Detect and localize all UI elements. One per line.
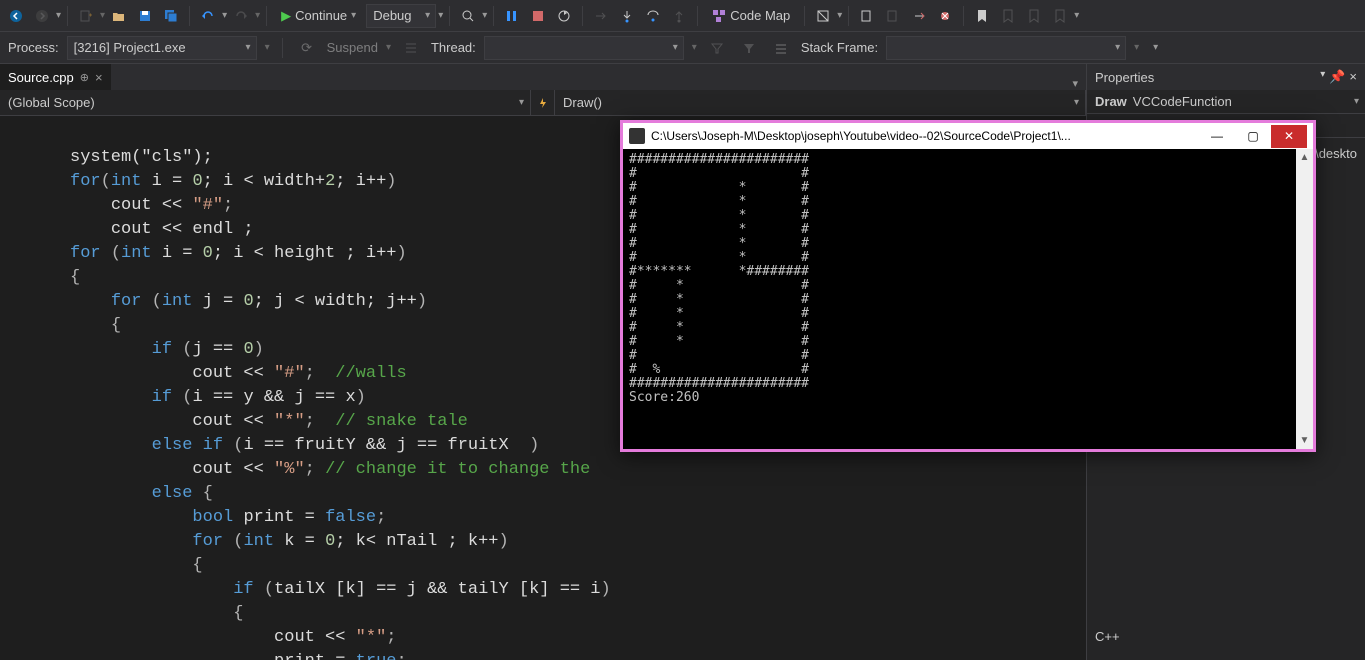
bookmark-clear-button[interactable] <box>1048 4 1072 28</box>
play-icon: ▶ <box>281 8 291 24</box>
scope-bar: (Global Scope) Draw() <box>0 90 1086 116</box>
bookmark-button[interactable] <box>970 4 994 28</box>
console-titlebar[interactable]: C:\Users\Joseph-M\Desktop\joseph\Youtube… <box>623 123 1313 149</box>
suspend-label: Suspend <box>327 40 378 55</box>
console-title: C:\Users\Joseph-M\Desktop\joseph\Youtube… <box>651 129 1199 143</box>
bookmark-next-button[interactable] <box>1022 4 1046 28</box>
step-out-button[interactable] <box>667 4 691 28</box>
scroll-down-icon[interactable]: ▼ <box>1296 432 1313 449</box>
continue-label: Continue <box>295 8 347 23</box>
codemap-button[interactable]: Code Map <box>704 4 798 28</box>
suspend-refresh-icon[interactable]: ⟳ <box>295 36 319 60</box>
tool-button-d[interactable] <box>907 4 931 28</box>
console-scrollbar[interactable]: ▲ ▼ <box>1296 149 1313 449</box>
stack-icon <box>769 36 793 60</box>
tab-bar: Source.cpp ⊕ × ▾ <box>0 64 1086 90</box>
main-toolbar: ▾ ▾ ▾ ▾ ▶ Continue ▾ Debug ▾ ▾ Code Map … <box>0 0 1365 32</box>
console-output: ####################### # # # * # # * # … <box>623 149 1296 449</box>
config-dropdown[interactable]: Debug <box>366 4 436 28</box>
panel-pin-icon[interactable]: 📌 <box>1329 69 1345 85</box>
scope-right-dropdown[interactable]: Draw() <box>555 90 1086 115</box>
minimize-button[interactable]: — <box>1199 125 1235 148</box>
debug-toolbar: Process: [3216] Project1.exe ▾ ⟳ Suspend… <box>0 32 1365 64</box>
save-button[interactable] <box>133 4 157 28</box>
scope-bolt-icon[interactable] <box>531 90 555 115</box>
thread-label: Thread: <box>431 40 476 55</box>
panel-dropdown-icon[interactable]: ▾ <box>1320 69 1325 85</box>
tool-button-a[interactable] <box>811 4 835 28</box>
codemap-icon <box>712 9 726 23</box>
tool-button-c[interactable] <box>881 4 905 28</box>
close-icon[interactable]: × <box>95 70 103 85</box>
find-button[interactable] <box>456 4 480 28</box>
panel-close-icon[interactable]: × <box>1349 69 1357 85</box>
scroll-up-icon[interactable]: ▲ <box>1296 149 1313 166</box>
open-file-button[interactable] <box>107 4 131 28</box>
show-next-statement-button[interactable] <box>589 4 613 28</box>
stop-button[interactable] <box>526 4 550 28</box>
tab-dropdown-icon[interactable]: ▾ <box>1064 77 1086 90</box>
stackframe-label: Stack Frame: <box>801 40 878 55</box>
nav-back-button[interactable] <box>4 4 28 28</box>
step-into-button[interactable] <box>615 4 639 28</box>
new-item-button[interactable] <box>74 4 98 28</box>
tab-source[interactable]: Source.cpp ⊕ × <box>0 64 111 90</box>
restart-button[interactable] <box>552 4 576 28</box>
window-close-button[interactable]: ✕ <box>1271 125 1307 148</box>
process-dropdown[interactable]: [3216] Project1.exe <box>67 36 257 60</box>
thread-dropdown[interactable] <box>484 36 684 60</box>
undo-button[interactable] <box>196 4 220 28</box>
pin-icon[interactable]: ⊕ <box>80 71 89 84</box>
pause-button[interactable] <box>500 4 524 28</box>
thread-icon <box>399 36 423 60</box>
scope-left-dropdown[interactable]: (Global Scope) <box>0 90 531 115</box>
step-over-button[interactable] <box>641 4 665 28</box>
console-window[interactable]: C:\Users\Joseph-M\Desktop\joseph\Youtube… <box>620 120 1316 452</box>
bookmark-prev-button[interactable] <box>996 4 1020 28</box>
maximize-button[interactable]: ▢ <box>1235 125 1271 148</box>
lang-indicator: C++ <box>1087 625 1357 648</box>
filter-icon[interactable] <box>705 36 729 60</box>
tool-button-e[interactable] <box>933 4 957 28</box>
properties-title: Properties ▾ 📌 × <box>1087 64 1365 90</box>
tool-button-b[interactable] <box>855 4 879 28</box>
process-label: Process: <box>8 40 59 55</box>
stackframe-dropdown[interactable] <box>886 36 1126 60</box>
redo-button[interactable] <box>229 4 253 28</box>
console-app-icon <box>629 128 645 144</box>
save-all-button[interactable] <box>159 4 183 28</box>
nav-forward-button[interactable] <box>30 4 54 28</box>
properties-object-dropdown[interactable]: Draw VCCodeFunction ▾ <box>1087 90 1365 114</box>
filter-threads-icon[interactable] <box>737 36 761 60</box>
continue-button[interactable]: ▶ Continue ▾ <box>273 4 364 28</box>
